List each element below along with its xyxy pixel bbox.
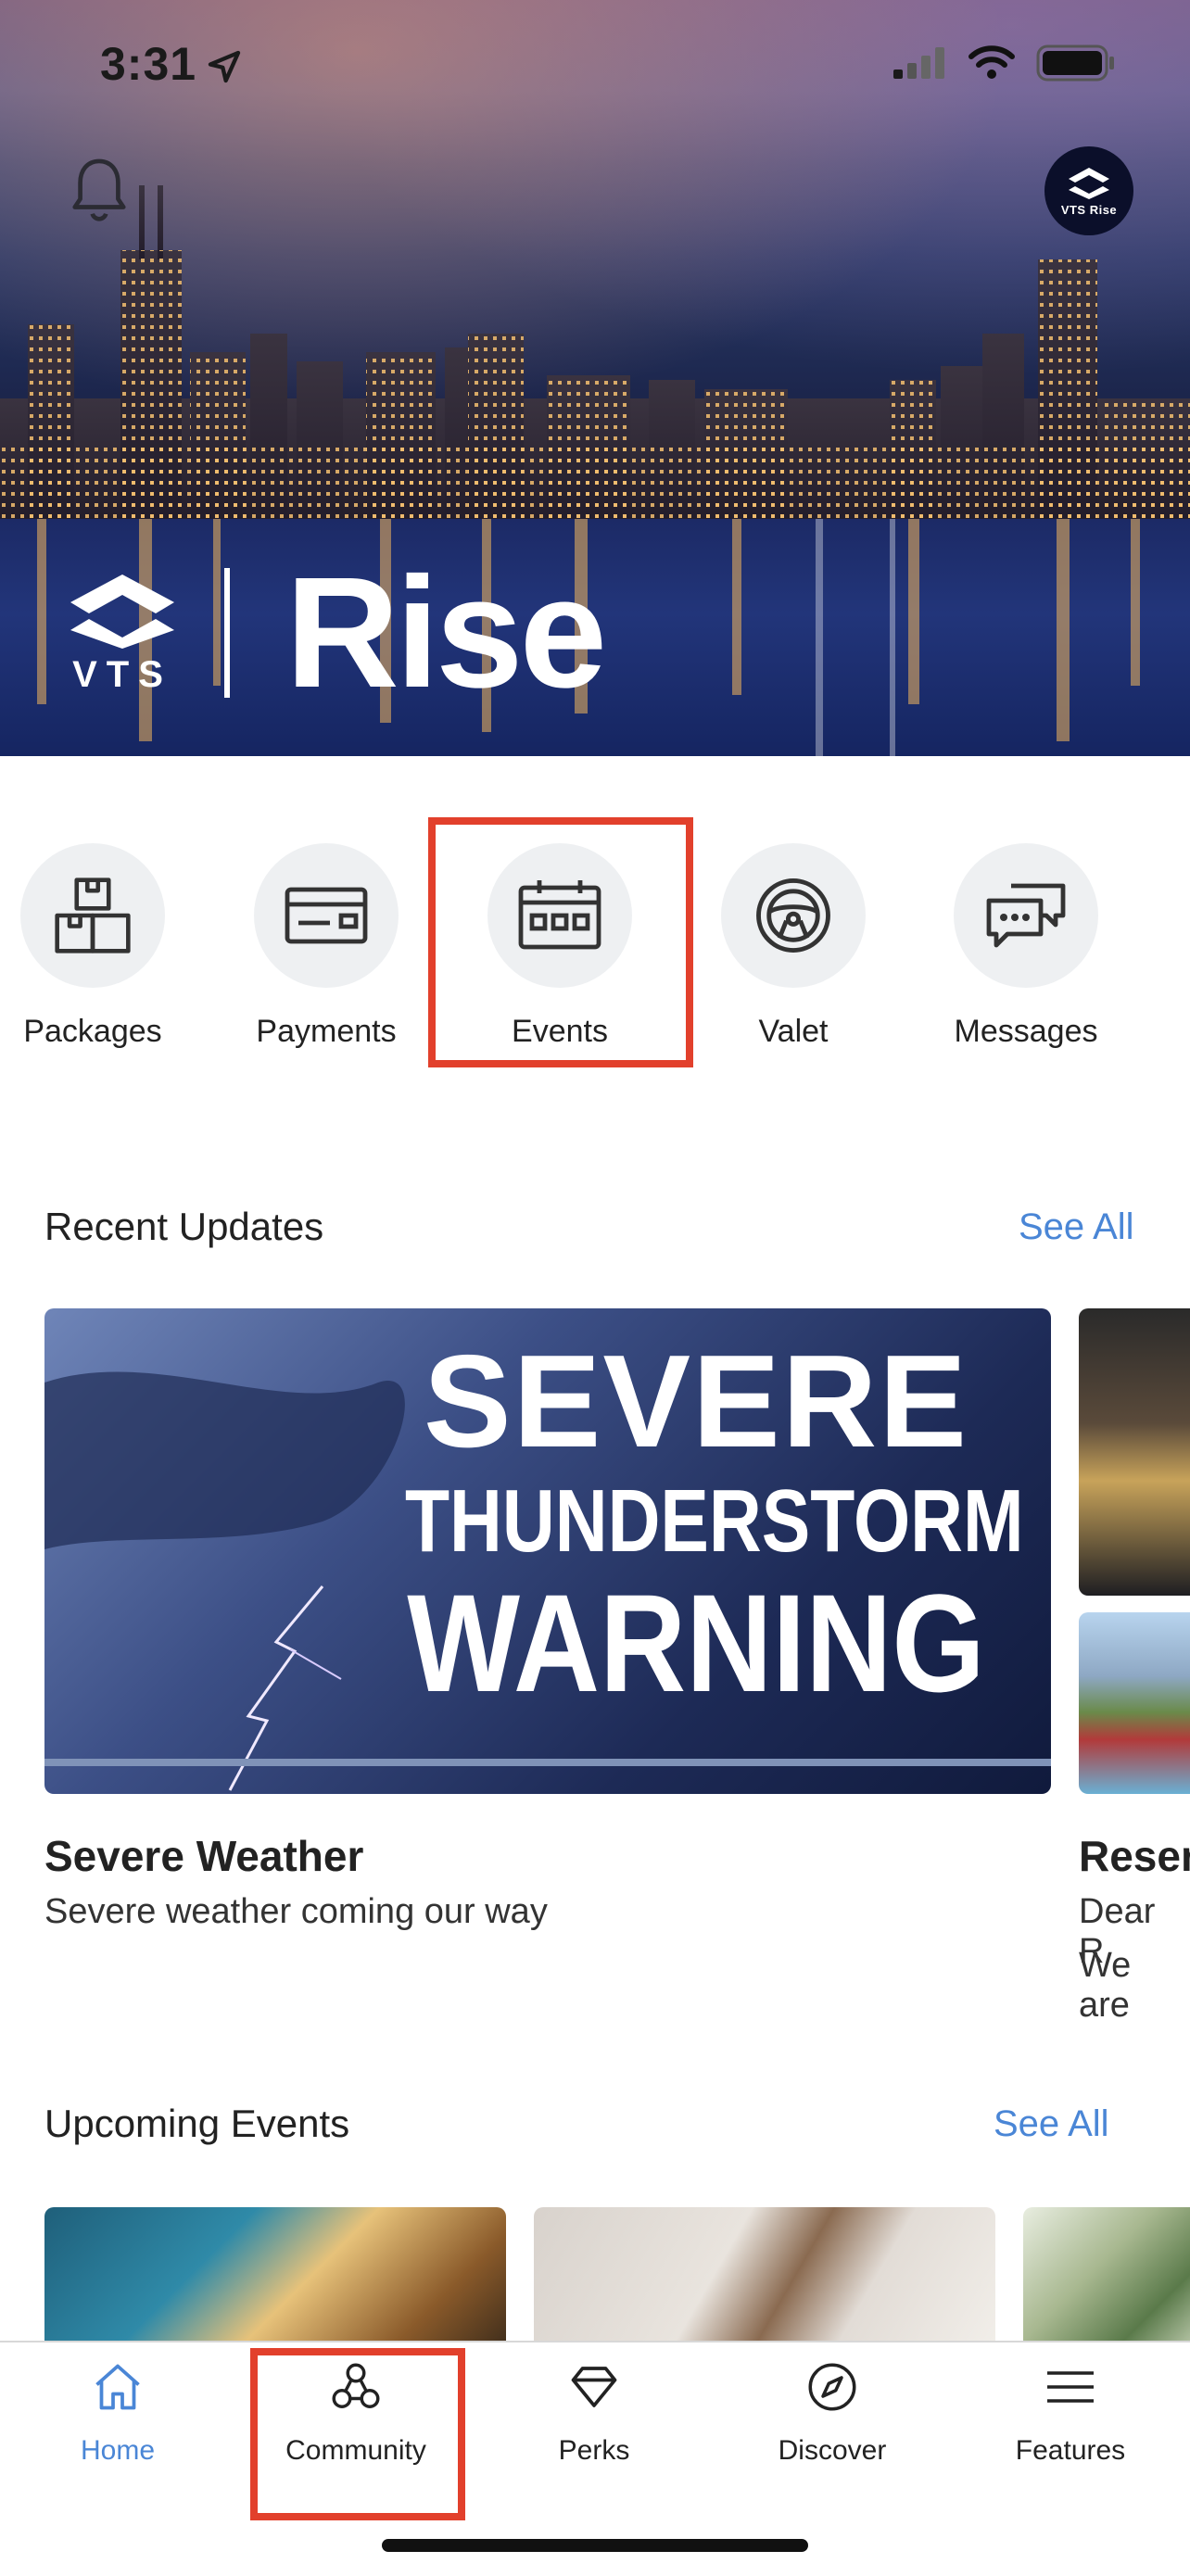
brand-divider bbox=[224, 568, 230, 698]
notifications-bell-icon[interactable] bbox=[67, 156, 132, 226]
vts-logo-text: VTS bbox=[72, 653, 172, 695]
nav-label-community: Community bbox=[285, 2435, 426, 2466]
payments-icon bbox=[285, 887, 368, 944]
battery-icon bbox=[1036, 44, 1114, 82]
messages-icon-circle bbox=[954, 843, 1098, 988]
hero-banner: 3:31 VTS Rise VTS Rise bbox=[0, 0, 1190, 756]
update-card-2-line2: We are bbox=[1079, 1946, 1132, 2025]
calendar-icon bbox=[518, 880, 601, 950]
upcoming-events-title: Upcoming Events bbox=[44, 2102, 350, 2145]
quick-action-packages[interactable]: Packages bbox=[0, 843, 209, 1050]
warning-line-3: WARNING bbox=[407, 1565, 985, 1721]
update-card-title[interactable]: Severe Weather bbox=[44, 1831, 363, 1881]
events-icon-circle bbox=[487, 843, 632, 988]
compass-icon bbox=[808, 2363, 856, 2411]
quick-action-label: Payments bbox=[256, 1014, 397, 1049]
event-card-image-1[interactable] bbox=[44, 2207, 506, 2355]
nav-item-community[interactable]: Community bbox=[254, 2359, 458, 2467]
home-icon bbox=[95, 2364, 140, 2410]
recent-updates-see-all-link[interactable]: See All bbox=[1019, 1206, 1134, 1248]
update-card-2-title[interactable]: Reser bbox=[1079, 1831, 1190, 1881]
update-card-image-severe-weather[interactable]: SEVERE THUNDERSTORM WARNING bbox=[44, 1308, 1051, 1794]
vts-logo: VTS bbox=[65, 571, 180, 696]
packages-icon bbox=[55, 878, 131, 953]
recent-updates-title: Recent Updates bbox=[44, 1205, 324, 1248]
packages-icon-circle bbox=[20, 843, 165, 988]
home-indicator[interactable] bbox=[382, 2539, 808, 2552]
brand-name: Rise bbox=[285, 545, 607, 721]
update-card-subtitle: Severe weather coming our way bbox=[44, 1892, 548, 1931]
badge-text: VTS Rise bbox=[1060, 202, 1118, 217]
cellular-signal-icon bbox=[893, 47, 944, 79]
warning-line-1: SEVERE bbox=[423, 1328, 969, 1475]
vts-rise-badge[interactable]: VTS Rise bbox=[1044, 146, 1133, 235]
steering-wheel-icon bbox=[756, 878, 830, 953]
nav-label-discover: Discover bbox=[778, 2435, 887, 2466]
location-arrow-icon bbox=[208, 50, 241, 83]
payments-icon-circle bbox=[254, 843, 399, 988]
event-card-image-3[interactable] bbox=[1023, 2207, 1190, 2355]
quick-action-events[interactable]: Events bbox=[444, 843, 676, 1050]
diamond-icon bbox=[571, 2367, 617, 2407]
messages-icon bbox=[986, 883, 1066, 948]
update-card-image-interior[interactable] bbox=[1079, 1308, 1190, 1596]
brand-logo: VTS Rise bbox=[65, 545, 607, 721]
vts-chevron-icon bbox=[70, 574, 174, 649]
quick-action-payments[interactable]: Payments bbox=[210, 843, 442, 1050]
valet-icon-circle bbox=[721, 843, 866, 988]
update-card-image-pool bbox=[1079, 1612, 1190, 1794]
nav-item-discover[interactable]: Discover bbox=[730, 2359, 934, 2467]
wifi-icon bbox=[968, 45, 1015, 79]
warning-line-2: THUNDERSTORM bbox=[404, 1471, 1024, 1571]
menu-icon bbox=[1047, 2371, 1094, 2403]
nav-item-features[interactable]: Features bbox=[968, 2359, 1172, 2467]
nav-item-home[interactable]: Home bbox=[16, 2359, 220, 2467]
quick-action-label: Packages bbox=[23, 1014, 162, 1049]
quick-action-label: Valet bbox=[758, 1014, 829, 1049]
quick-action-valet[interactable]: Valet bbox=[677, 843, 909, 1050]
quick-action-messages[interactable]: Messages bbox=[910, 843, 1142, 1050]
upcoming-events-see-all-link[interactable]: See All bbox=[994, 2103, 1109, 2145]
status-time: 3:31 bbox=[100, 38, 197, 90]
quick-action-label: Messages bbox=[954, 1014, 1098, 1049]
nav-label-home: Home bbox=[80, 2435, 156, 2466]
nav-item-perks[interactable]: Perks bbox=[492, 2359, 696, 2467]
quick-action-label: Events bbox=[512, 1014, 608, 1049]
vts-logo-icon bbox=[1069, 167, 1109, 199]
community-icon bbox=[332, 2363, 380, 2408]
nav-label-features: Features bbox=[1015, 2435, 1126, 2466]
nav-label-perks: Perks bbox=[558, 2435, 630, 2466]
event-card-image-2[interactable] bbox=[534, 2207, 995, 2355]
warning-headline: SEVERE THUNDERSTORM WARNING bbox=[341, 1328, 1051, 1721]
city-skyline-image bbox=[0, 185, 1190, 528]
status-icons bbox=[893, 44, 1116, 82]
